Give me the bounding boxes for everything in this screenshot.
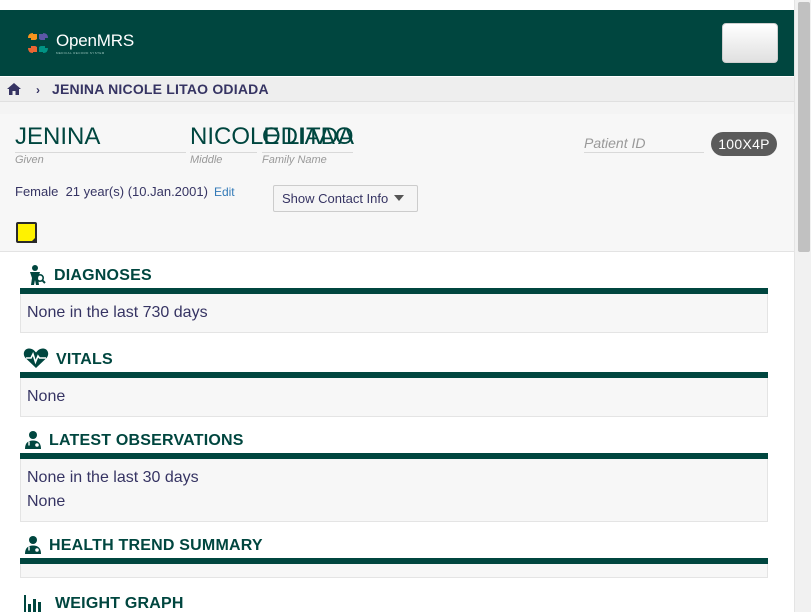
openmrs-logo[interactable]: OpenMRS MEDICAL RECORD SYSTEM	[25, 30, 134, 56]
divider-strip	[0, 102, 794, 114]
observations-period-text: None in the last 30 days	[27, 469, 199, 486]
breadcrumb: › JENINA NICOLE LITAO ODIADA	[0, 77, 794, 102]
middle-label: Middle	[190, 154, 223, 166]
logo-mark-icon	[26, 31, 50, 55]
family-name-label: Family Name	[262, 154, 327, 166]
diagnoses-empty-text: None in the last 730 days	[27, 304, 208, 321]
bar-chart-icon	[24, 595, 45, 612]
edit-demographics-link[interactable]: Edit	[214, 185, 235, 199]
given-name: JENINA	[15, 124, 186, 153]
latest-observations-body: None in the last 30 days None	[20, 459, 768, 522]
latest-observations-section: LATEST OBSERVATIONS None in the last 30 …	[20, 429, 768, 522]
home-icon[interactable]	[6, 82, 22, 96]
page: OpenMRS MEDICAL RECORD SYSTEM › JENINA N…	[0, 0, 794, 612]
doctor-icon	[25, 431, 41, 449]
heart-pulse-icon	[23, 348, 49, 368]
given-label: Given	[15, 154, 44, 166]
patient-demographics: Female 21 year(s) (10.Jan.2001) Edit	[15, 184, 235, 199]
page-scrollbar[interactable]	[794, 0, 811, 612]
show-contact-info-label: Show Contact Info	[282, 191, 389, 206]
sticky-note-icon[interactable]	[16, 222, 37, 243]
weight-graph-title: WEIGHT GRAPH	[55, 595, 184, 612]
vitals-section: VITALS None	[20, 348, 768, 417]
patient-header: JENINA Given NICOLE LITAO Middle ODIADA …	[0, 114, 794, 252]
diagnoses-body: None in the last 730 days	[20, 294, 768, 333]
weight-graph-section: WEIGHT GRAPH	[20, 592, 768, 612]
diagnosis-icon	[30, 265, 46, 285]
family-name: ODIADA	[262, 124, 354, 153]
doctor-icon	[25, 536, 41, 554]
middle-name: NICOLE LITAO	[190, 124, 354, 153]
vitals-body: None	[20, 378, 768, 417]
caret-down-icon	[394, 195, 405, 201]
vitals-title: VITALS	[56, 351, 113, 368]
top-header: OpenMRS MEDICAL RECORD SYSTEM	[0, 10, 794, 76]
health-trend-summary-body	[20, 564, 768, 578]
scrollbar-thumb[interactable]	[798, 2, 810, 252]
observations-empty-text: None	[27, 493, 66, 510]
latest-observations-title: LATEST OBSERVATIONS	[49, 432, 244, 449]
diagnoses-title: DIAGNOSES	[54, 267, 152, 284]
vitals-empty-text: None	[27, 388, 66, 405]
chevron-right-icon: ›	[36, 83, 40, 97]
patient-id-badge: 100X4P	[711, 132, 777, 156]
logo-tagline: MEDICAL RECORD SYSTEM	[56, 50, 105, 55]
diagnoses-section: DIAGNOSES None in the last 730 days	[20, 264, 768, 333]
patient-id-label: Patient ID	[584, 135, 704, 153]
logo-name: OpenMRS	[56, 30, 134, 50]
health-trend-summary-section: HEALTH TREND SUMMARY	[20, 534, 768, 578]
breadcrumb-patient-name: JENINA NICOLE LITAO ODIADA	[52, 81, 269, 97]
show-contact-info-button[interactable]: Show Contact Info	[273, 185, 418, 212]
demographics-text: Female 21 year(s) (10.Jan.2001)	[15, 184, 208, 199]
menu-toggle-button[interactable]	[722, 23, 778, 63]
health-trend-summary-title: HEALTH TREND SUMMARY	[49, 537, 263, 554]
